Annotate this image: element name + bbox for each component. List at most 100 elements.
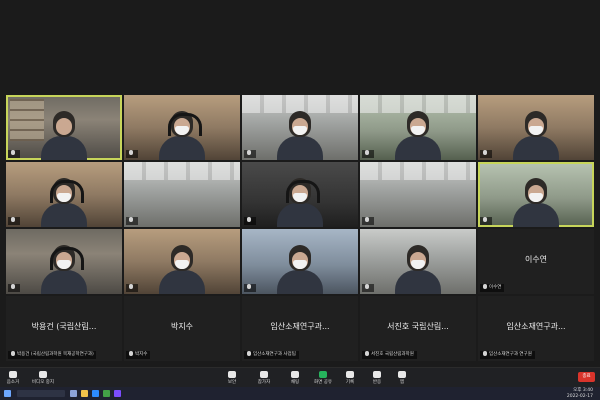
person xyxy=(159,245,205,294)
person xyxy=(277,111,323,160)
mic-icon xyxy=(247,284,251,289)
participants-icon xyxy=(260,371,268,378)
chat-button[interactable]: 채팅 xyxy=(287,371,303,386)
participant-tile[interactable] xyxy=(360,95,476,160)
chat-icon xyxy=(291,371,299,378)
participant-name-tile[interactable]: 임산소재연구과... 임산소재연구과 연구원 xyxy=(478,296,594,361)
participant-tile[interactable] xyxy=(124,162,240,227)
windows-taskbar: 오후 3:40 2022-02-17 xyxy=(0,387,600,400)
mic-icon xyxy=(365,351,369,356)
mic-icon xyxy=(247,217,251,222)
security-button[interactable]: 보안 xyxy=(224,371,240,386)
taskbar-app-icon[interactable] xyxy=(114,390,121,397)
participant-tile[interactable] xyxy=(124,95,240,160)
mic-icon xyxy=(11,351,15,356)
participant-name-tile[interactable]: 박지수 박지수 xyxy=(124,296,240,361)
participants-button[interactable]: 참가자 xyxy=(255,371,273,386)
mic-icon xyxy=(129,351,133,356)
participant-name-badge xyxy=(362,217,374,225)
shield-icon xyxy=(228,371,236,378)
stop-video-button[interactable]: 비디오 중지 xyxy=(31,371,55,386)
participant-tile[interactable] xyxy=(360,229,476,294)
taskbar-app-icon[interactable] xyxy=(70,390,77,397)
mic-icon xyxy=(483,284,487,289)
participant-name-badge xyxy=(244,217,256,225)
person xyxy=(159,111,205,160)
mic-icon xyxy=(247,351,251,356)
participant-tile[interactable] xyxy=(6,229,122,294)
participant-name-tile[interactable]: 임산소재연구과... 임산소재연구과 사업팀 xyxy=(242,296,358,361)
person xyxy=(41,111,87,160)
participant-name-badge xyxy=(480,150,492,158)
zoom-icon[interactable] xyxy=(92,390,99,397)
participant-tile[interactable] xyxy=(6,162,122,227)
end-meeting-button[interactable]: 종료 xyxy=(578,372,595,382)
record-button[interactable]: 기록 xyxy=(342,371,358,386)
meeting-controls: 음소거 비디오 중지 보안 참가자 채팅 화면 공유 기록 반응 앱 종료 xyxy=(0,367,600,388)
mic-icon xyxy=(129,284,133,289)
windows-start-icon[interactable] xyxy=(4,390,11,397)
participant-tile[interactable] xyxy=(242,162,358,227)
participant-tile[interactable] xyxy=(6,95,122,160)
participant-display-name: 박지수 xyxy=(170,322,194,331)
mic-icon xyxy=(365,217,369,222)
person xyxy=(513,111,559,160)
mic-icon xyxy=(11,150,15,155)
participant-display-name: 서진호 국립산림... xyxy=(387,322,449,331)
clock: 오후 3:40 2022-02-17 xyxy=(566,388,593,399)
microphone-icon xyxy=(9,371,17,378)
bookshelf xyxy=(10,99,44,141)
participant-name-badge: 임산소재연구과 연구원 xyxy=(480,351,535,359)
person xyxy=(41,245,87,294)
participant-name-tile[interactable]: 서진호 국립산림... 서진호 국립산림과학원 xyxy=(360,296,476,361)
person xyxy=(277,245,323,294)
person xyxy=(395,111,441,160)
reactions-button[interactable]: 반응 xyxy=(369,371,385,386)
mic-icon xyxy=(365,150,369,155)
participant-tile[interactable] xyxy=(242,95,358,160)
participant-tile[interactable] xyxy=(124,229,240,294)
mute-button[interactable]: 음소거 xyxy=(4,371,22,386)
participant-name-badge: 서진호 국립산림과학원 xyxy=(362,351,417,359)
participant-tile[interactable] xyxy=(242,229,358,294)
mic-icon xyxy=(247,150,251,155)
participant-name-badge xyxy=(126,150,138,158)
taskbar-app-icon[interactable] xyxy=(103,390,110,397)
participant-name-badge xyxy=(126,217,138,225)
participant-tile[interactable] xyxy=(360,162,476,227)
participant-name-badge xyxy=(126,284,138,292)
person xyxy=(513,178,559,227)
participant-name-badge xyxy=(244,284,256,292)
participant-name-badge: 이수연 xyxy=(480,284,505,292)
mic-icon xyxy=(11,284,15,289)
taskbar-search-box[interactable] xyxy=(17,390,65,397)
apps-icon xyxy=(398,371,406,378)
participant-name-badge xyxy=(8,150,20,158)
mic-icon xyxy=(483,217,487,222)
mic-icon xyxy=(483,150,487,155)
participant-tile[interactable] xyxy=(478,95,594,160)
participant-name-badge: 박용건 (국립산림과학원 목재공학연구과) xyxy=(8,351,96,359)
folder-icon[interactable] xyxy=(81,390,88,397)
participant-name-badge: 박지수 xyxy=(126,351,151,359)
video-gallery: 이수연 이수연 박용건 (국립산림... 박용건 (국립산림과학원 목재공학연구과)… xyxy=(0,0,600,367)
apps-button[interactable]: 앱 xyxy=(394,371,410,386)
participant-display-name: 임산소재연구과... xyxy=(270,322,330,331)
participant-name-badge xyxy=(480,217,492,225)
share-screen-button[interactable]: 화면 공유 xyxy=(314,371,332,386)
person xyxy=(395,245,441,294)
participant-display-name: 임산소재연구과... xyxy=(506,322,566,331)
participant-display-name: 박용건 (국립산림... xyxy=(31,322,97,331)
camera-icon xyxy=(39,371,47,378)
participant-name-badge xyxy=(362,150,374,158)
participant-name-badge xyxy=(244,150,256,158)
participant-name-badge xyxy=(8,284,20,292)
participant-name-tile[interactable]: 이수연 이수연 xyxy=(478,229,594,294)
mic-icon xyxy=(483,351,487,356)
person xyxy=(41,178,87,227)
mic-icon xyxy=(129,217,133,222)
participant-tile[interactable] xyxy=(478,162,594,227)
participant-name-tile[interactable]: 박용건 (국립산림... 박용건 (국립산림과학원 목재공학연구과) xyxy=(6,296,122,361)
smile-icon xyxy=(373,371,381,378)
mic-icon xyxy=(365,284,369,289)
